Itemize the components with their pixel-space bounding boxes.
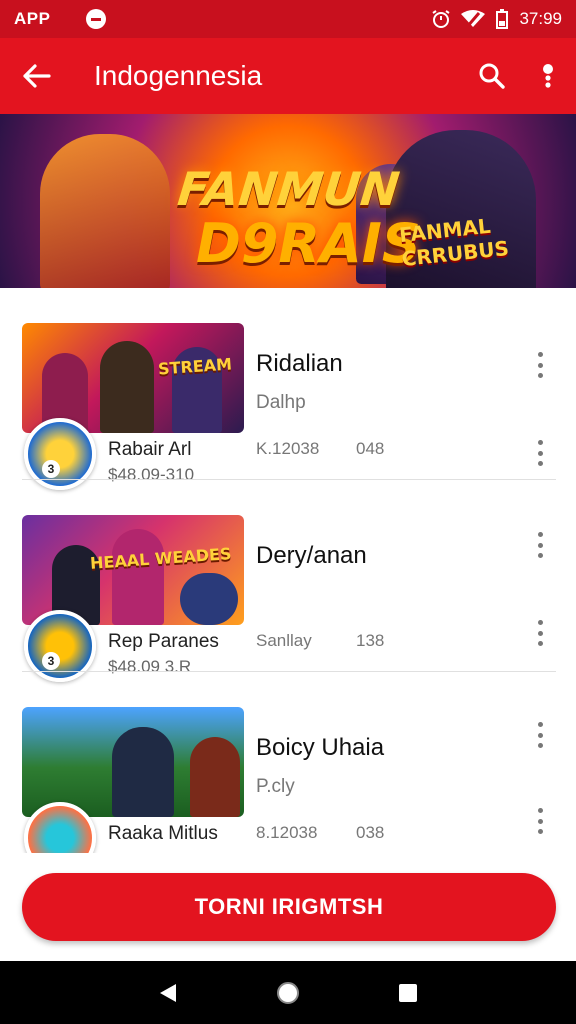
game-thumbnail[interactable] [22, 707, 244, 817]
game-thumbnail[interactable]: STREAM [22, 323, 244, 433]
game-name: Dery/anan [256, 542, 367, 569]
game-stat-secondary: 138 [356, 631, 385, 650]
battery-icon [495, 9, 509, 29]
game-sub: P.cly [256, 776, 295, 797]
game-label: Rabair Arl [108, 439, 192, 460]
banner-logo-line2: D9RAIS [196, 212, 421, 275]
arrow-left-icon[interactable] [20, 59, 54, 93]
more-vert-icon[interactable] [540, 62, 556, 90]
app-bar-actions [478, 62, 556, 90]
primary-cta-button[interactable]: TORNI IRIGMTSH [22, 873, 556, 941]
item-more-icon[interactable] [534, 620, 546, 646]
status-right: 37:99 [431, 9, 562, 29]
list-item[interactable]: HEAAL WEADES 3 Dery/anan Rep Paranes $48… [0, 480, 576, 682]
game-thumbnail[interactable]: HEAAL WEADES [22, 515, 244, 625]
badge-number: 3 [42, 652, 60, 670]
app-bar: Indogennesia [0, 38, 576, 114]
game-sub: Dalhp [256, 392, 306, 413]
status-bar: APP 37:99 [0, 0, 576, 38]
game-stat-primary: 8.12038 [256, 823, 318, 842]
game-label: Raaka Mitlus [108, 823, 218, 844]
game-name: Ridalian [256, 350, 343, 377]
notification-icon [86, 9, 107, 29]
game-stat-primary: Sanllay [256, 631, 312, 650]
list-item[interactable]: STREAM 3 Ridalian Dalhp Rabair Arl $48.0… [0, 288, 576, 490]
system-nav-bar [0, 961, 576, 1024]
thumb-figure [180, 573, 238, 625]
cta-area: TORNI IRIGMTSH [0, 853, 576, 961]
home-circle-icon[interactable] [275, 980, 301, 1006]
item-more-icon[interactable] [534, 440, 546, 466]
game-name: Boicy Uhaia [256, 734, 385, 761]
thumb-figure [112, 727, 174, 817]
game-stat-primary: K.12038 [256, 439, 320, 458]
game-list: STREAM 3 Ridalian Dalhp Rabair Arl $48.0… [0, 288, 576, 853]
featured-banner[interactable]: FANMUN D9RAIS FANMAL CRRUBUS [0, 114, 576, 288]
page-title: Indogennesia [94, 60, 263, 91]
game-label: Rep Paranes [108, 631, 219, 652]
wifi-icon [461, 10, 486, 28]
badge-number: 3 [42, 460, 60, 478]
list-item[interactable]: Boicy Uhaia P.cly Raaka Mitlus 8.12038 0… [0, 672, 576, 853]
thumb-figure [190, 737, 240, 817]
status-time: 37:99 [519, 9, 562, 28]
back-triangle-icon[interactable] [158, 982, 178, 1004]
recents-square-icon[interactable] [398, 983, 418, 1003]
thumb-figure [100, 341, 154, 433]
banner-hero-left [40, 134, 170, 288]
thumb-figure [112, 529, 164, 625]
status-app-label: APP [14, 9, 51, 28]
item-more-icon[interactable] [534, 808, 546, 834]
alarm-icon [431, 9, 451, 29]
item-more-icon[interactable] [534, 352, 546, 378]
item-more-icon[interactable] [534, 722, 546, 748]
banner-logo-line1: FANMUN [175, 162, 403, 216]
search-icon[interactable] [478, 62, 506, 90]
item-more-icon[interactable] [534, 532, 546, 558]
game-stat-secondary: 048 [356, 439, 385, 458]
game-stat-secondary: 038 [356, 823, 385, 842]
